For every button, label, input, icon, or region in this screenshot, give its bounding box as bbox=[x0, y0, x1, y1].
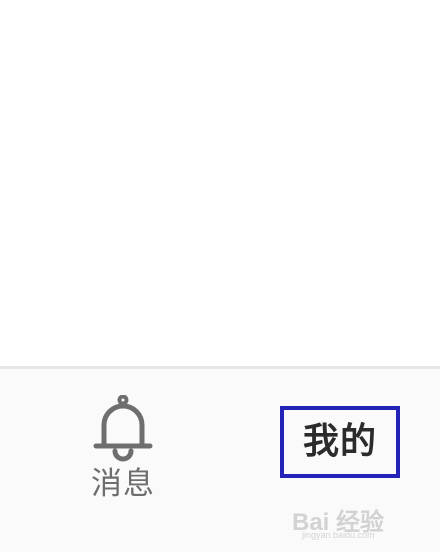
watermark-url: jingyan.baidu.com bbox=[302, 530, 375, 540]
watermark: Bai 经验 jingyan.baidu.com bbox=[292, 502, 432, 542]
tab-mine-label: 我的 bbox=[302, 421, 377, 462]
watermark-brand: Bai 经验 bbox=[292, 509, 385, 536]
bottom-tab-bar: 消息 我的 Bai 经验 jingyan.baidu.com bbox=[0, 366, 440, 552]
tab-messages[interactable]: 消息 bbox=[78, 395, 168, 505]
tab-mine[interactable]: 我的 bbox=[280, 406, 400, 478]
content-area bbox=[0, 0, 440, 366]
bell-icon bbox=[92, 395, 154, 463]
tab-messages-label: 消息 bbox=[91, 466, 155, 502]
app-screen: 消息 我的 Bai 经验 jingyan.baidu.com bbox=[0, 0, 440, 552]
